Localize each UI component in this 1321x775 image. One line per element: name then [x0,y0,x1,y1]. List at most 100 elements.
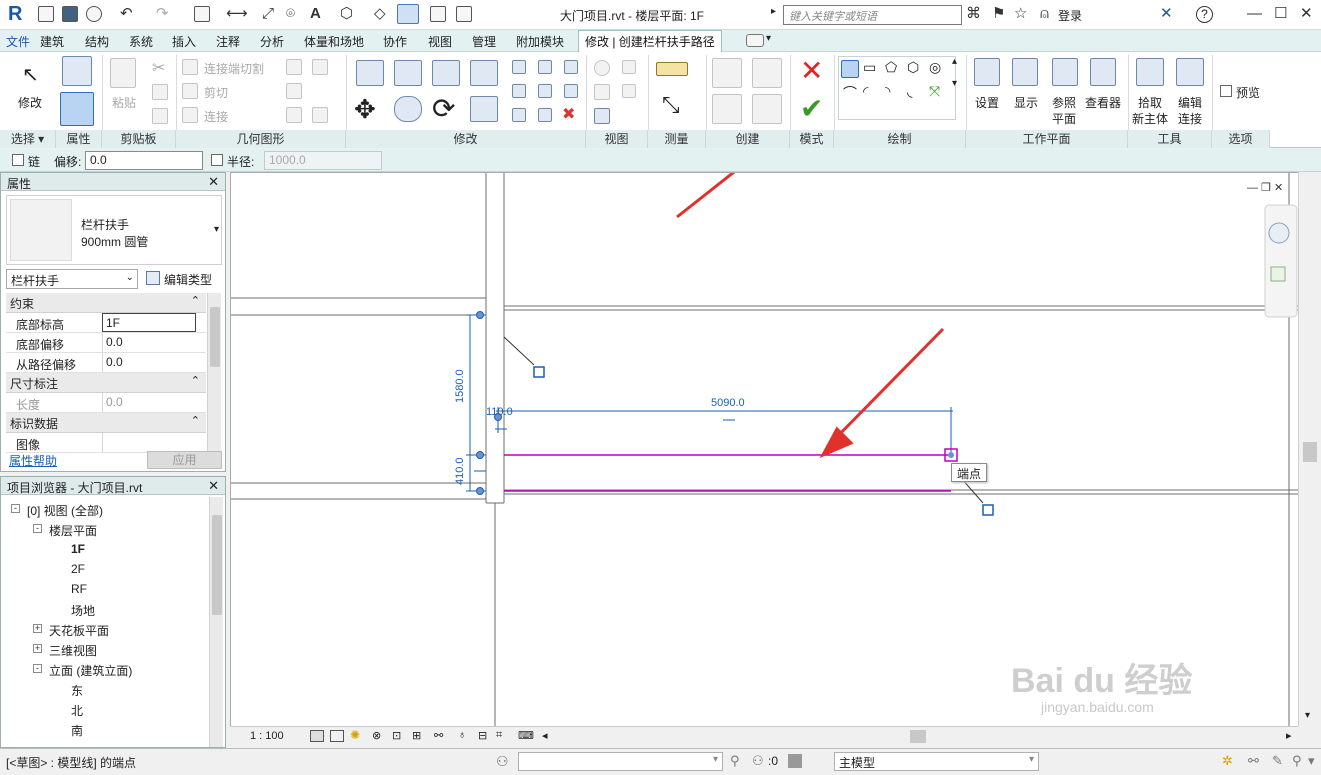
array-icon[interactable] [512,84,526,98]
type-properties-icon[interactable] [62,56,92,86]
start-end-arc-icon[interactable]: ⌒ [843,83,857,103]
lock-icon[interactable] [533,366,545,378]
temp-hide-icon[interactable]: ⚯ [434,729,443,742]
browser-tree-item[interactable]: 场地 [1,599,207,619]
dim-text-vertical-2[interactable]: 410.0 [454,457,466,485]
lock-icon[interactable] [982,504,994,516]
rectangle-icon[interactable]: ▭ [863,59,876,76]
canvas-vertical-scrollbar[interactable]: ▾ [1298,172,1321,726]
tab-addins[interactable]: 附加模块 [516,33,564,50]
workset-select[interactable]: ▾ [518,752,723,771]
instance-filter-select[interactable]: 栏杆扶手 ⌄ [6,269,138,289]
measure-tool-icon[interactable] [656,62,688,76]
browser-tree-item[interactable]: + 三维视图 [1,639,207,659]
close-icon[interactable]: ✕ [1300,5,1313,23]
circumscribed-polygon-icon[interactable]: ⬡ [907,59,919,76]
move-icon[interactable]: ✥ [354,94,376,125]
collapse-toggle-icon[interactable]: - [11,504,20,513]
align-icon[interactable] [356,60,384,86]
browser-tree-item[interactable]: - 立面 (建筑立面) [1,659,207,679]
apply-button[interactable]: 应用 [147,451,222,469]
wall-join-icon[interactable] [286,59,302,75]
tab-architecture[interactable]: 建筑 [40,33,64,50]
tab-insert[interactable]: 插入 [172,33,196,50]
switch-windows-icon[interactable] [456,6,472,22]
star-icon[interactable]: ☆ [1014,5,1027,23]
reference-plane-label-1[interactable]: 参照 [1052,94,1076,111]
undo-icon[interactable]: ↶ [120,5,133,23]
unpin-icon[interactable] [564,60,578,74]
viewer-icon[interactable] [1090,58,1116,86]
trim-single-icon[interactable] [538,108,552,122]
delete-icon[interactable]: ✖ [562,104,575,124]
copy-element-icon[interactable] [394,96,422,122]
dimension-icon[interactable]: ⤢ [262,5,274,23]
inscribed-polygon-icon[interactable]: ⬠ [885,59,897,76]
ribbon-toggle-icon[interactable] [746,34,764,47]
workset-dropdown-icon[interactable]: ▾ [713,754,718,765]
tab-analyze[interactable]: 分析 [260,33,284,50]
join-geometry-button[interactable]: 连接 [204,108,228,125]
join-cut-button[interactable]: 连接端切割 [204,60,264,77]
tangent-arc-icon[interactable]: ◝ [885,83,890,100]
join-geometry-icon[interactable] [182,107,198,123]
exchange-icon[interactable]: ✕ [1160,5,1173,23]
view-window-controls-icon[interactable]: — ❐ ✕ [1247,182,1283,194]
design-option-select[interactable]: 主模型 ▾ [834,752,1039,771]
canvas-vertical-thumb[interactable] [1303,442,1317,462]
search-expand-icon[interactable]: ▸ [771,6,776,17]
pick-lines-icon[interactable]: ⤧ [929,83,940,100]
eraser-icon[interactable] [594,108,610,124]
fillet-arc-icon[interactable]: ◟ [907,83,912,100]
temporary-view-icon[interactable]: ⊟ [478,729,487,742]
expand-toggle-icon[interactable]: + [33,644,42,653]
browser-tree-item[interactable]: 2F [1,559,207,579]
dim-text-small[interactable]: 110.0 [486,406,513,418]
plan-view-svg[interactable]: 1580.0 410.0 110.0 5090.0 — ❐ ✕ [231,173,1298,726]
tab-manage[interactable]: 管理 [472,33,496,50]
show-workplane-icon[interactable] [1012,58,1038,86]
scroll-right-arrow-icon[interactable]: ▸ [1286,729,1292,742]
radius-input[interactable]: 1000.0 [264,151,382,170]
3d-view-icon[interactable]: ⬡ [340,5,353,23]
panel-label-select[interactable]: 选择 ▾ [0,130,56,148]
browser-tree-item[interactable]: RF [1,579,207,599]
modify-button[interactable]: 修改 [18,94,42,111]
tab-structure[interactable]: 结构 [85,33,109,50]
line-icon[interactable] [841,60,859,78]
tab-systems[interactable]: 系统 [129,33,153,50]
rotate-icon[interactable]: ⟳ [432,92,455,125]
cut-geometry-button[interactable]: 剪切 [204,84,228,101]
reveal-hidden-icon[interactable]: ♁ [458,729,466,741]
set-workplane-button[interactable]: 设置 [975,94,999,111]
browser-tree-item[interactable]: - 楼层平面 [1,519,207,539]
split-element-icon[interactable] [512,60,526,74]
canvas-horizontal-thumb[interactable] [910,730,926,743]
sync-icon[interactable] [86,6,102,22]
filter-icon[interactable]: ⚇ [752,753,764,769]
design-options-icon[interactable] [788,754,802,768]
set-workplane-icon[interactable] [974,58,1000,86]
pick-new-host-label-2[interactable]: 新主体 [1132,110,1168,127]
tag-icon[interactable]: ⌾ [286,5,295,23]
gallery-scroll-up-icon[interactable]: ▴ [952,56,957,67]
hide-icon[interactable] [622,60,636,74]
preview-checkbox[interactable] [1220,85,1232,97]
navigation-bar[interactable] [1264,204,1298,318]
trim-multiple-icon[interactable] [512,108,526,122]
type-dropdown-icon[interactable]: ▾ [214,224,219,235]
group-constraints[interactable]: 约束 ⌃ [6,293,206,313]
trim-extend-icon[interactable] [470,96,498,122]
pick-new-host-icon[interactable] [1136,58,1164,86]
text-A-icon[interactable]: A [310,5,321,23]
group-dimensions[interactable]: 尺寸标注 ⌃ [6,373,206,393]
join-cut-icon[interactable] [182,59,198,75]
center-arc-icon[interactable]: ◜ [863,83,868,100]
paste-icon[interactable] [110,58,136,88]
properties-toggle-icon[interactable] [60,92,94,126]
properties-scrollbar[interactable] [207,293,221,451]
create-assembly-icon[interactable] [752,58,782,88]
filter-count-icon[interactable]: ▾ [1308,753,1315,769]
copy-icon[interactable] [152,84,168,100]
circle-icon[interactable]: ◎ [929,59,941,76]
